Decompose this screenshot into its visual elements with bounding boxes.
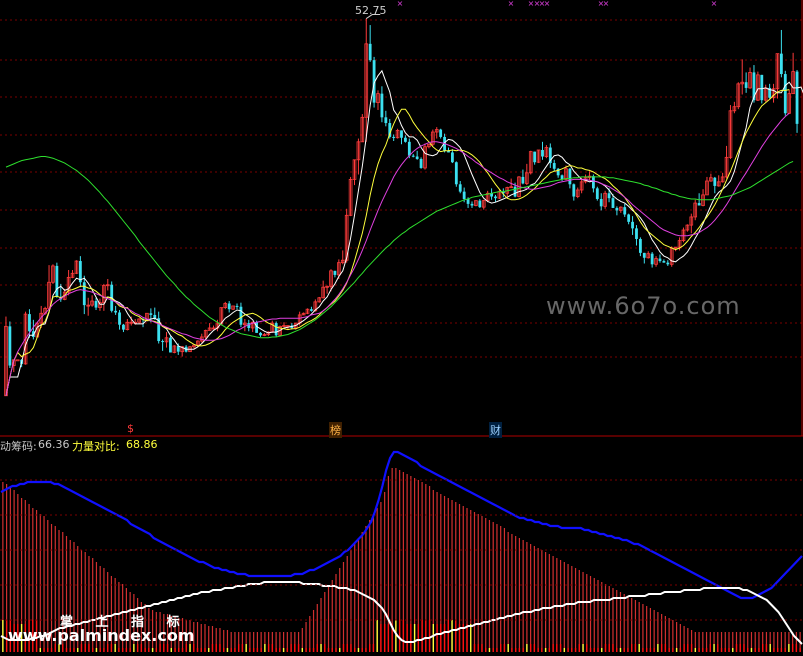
stock-chart-window: × × × × × × × × × 52.75 $ 榜 财 动筹码: 66.36 力量对比: 6… [0, 0, 803, 656]
candle-body [454, 162, 458, 185]
candle-body [458, 184, 462, 192]
candle-body [631, 221, 634, 229]
candle-body [114, 310, 118, 313]
candle-body [384, 117, 388, 124]
candle-body [795, 71, 799, 124]
candle-body [15, 359, 20, 362]
candle-body [235, 305, 239, 307]
peak-price-label: 52.75 [355, 4, 387, 17]
candle-body [760, 74, 764, 101]
candle-body [400, 130, 403, 138]
candle-body [642, 252, 646, 258]
candle-body [533, 151, 537, 163]
candle-body [239, 306, 243, 325]
event-marker-cai[interactable]: 财 [489, 422, 502, 438]
candle-body [118, 312, 121, 325]
indicator-value-2: 68.86 [126, 438, 158, 451]
candle-body [8, 326, 12, 366]
candle-body [368, 43, 372, 61]
candle-body [779, 53, 783, 75]
candle-body [623, 207, 627, 215]
candle-body [439, 129, 443, 137]
candle-body [451, 152, 454, 163]
candle-body [607, 193, 611, 199]
candle-body [149, 313, 153, 315]
candle-body [411, 155, 415, 157]
candle-body [169, 337, 172, 353]
indicator-name-2: 力量对比: [72, 440, 120, 453]
candle-body [658, 258, 662, 262]
candle-body [635, 228, 638, 239]
candle-body [380, 93, 384, 118]
candle-body [666, 262, 670, 265]
candle-body [274, 323, 278, 336]
signal-cross: × [508, 0, 515, 8]
indicator-value: 66.36 [38, 438, 70, 451]
signal-cross: × [397, 0, 404, 8]
candle-body [94, 301, 98, 308]
candle-body [552, 163, 556, 169]
candle-body [310, 309, 313, 311]
candle-body [595, 188, 599, 199]
candle-body [259, 332, 262, 336]
candle-body [513, 186, 517, 197]
candle-body [392, 136, 396, 138]
candle-body [333, 270, 337, 275]
candle-body [55, 265, 59, 297]
candle-body [407, 141, 411, 156]
candle-body [470, 203, 474, 206]
indicator-blue-line [0, 450, 803, 600]
candle-body [541, 149, 544, 157]
signal-cross: × [711, 0, 718, 8]
candle-body [627, 214, 631, 222]
candle-body [227, 303, 231, 310]
candle-body [650, 253, 654, 265]
candle-body [611, 198, 615, 208]
watermark-palmindex-url: www.palmindex.com [8, 626, 195, 645]
candle-body [478, 200, 482, 208]
watermark-6o7o: www.6o7o.com [546, 292, 741, 320]
candle-body [744, 82, 748, 88]
candle-body [697, 203, 701, 206]
candle-body [783, 74, 787, 114]
candle-body [615, 207, 619, 211]
candle-body [568, 168, 572, 185]
candle-body [662, 261, 666, 263]
candle-body [713, 177, 717, 186]
event-marker-bang[interactable]: 榜 [329, 422, 342, 438]
candle-body [28, 314, 31, 332]
price-and-indicator-chart[interactable]: × × × ××× ×× × [0, 0, 803, 656]
candle-body [415, 156, 419, 159]
signal-cross: × [544, 0, 551, 8]
candle-body [521, 176, 525, 184]
event-marker-dollar[interactable]: $ [127, 422, 134, 435]
candle-body [572, 184, 576, 197]
candle-body [591, 176, 595, 189]
candle-body [82, 282, 86, 306]
signal-cross: × [603, 0, 610, 8]
candle-body [161, 341, 165, 343]
candle-body [462, 191, 466, 199]
candle-body [122, 324, 125, 330]
candle-body [404, 137, 407, 142]
candle-body [419, 158, 423, 168]
candle-body [494, 196, 497, 199]
candle-body [599, 198, 603, 207]
candle-body [638, 238, 642, 253]
indicator-name: 动筹码: [0, 440, 37, 453]
